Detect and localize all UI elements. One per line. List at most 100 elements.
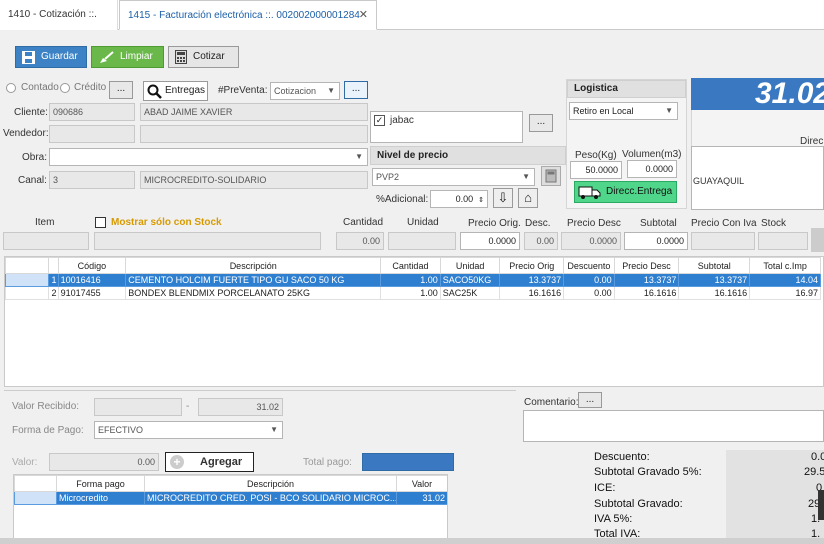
valor-recibido-total-field[interactable]: 31.02	[198, 398, 283, 416]
totals-values-bg	[726, 450, 824, 544]
col-forma-pago[interactable]: Forma pago	[56, 475, 145, 492]
unidad-field[interactable]	[388, 232, 456, 250]
jabac-dots-button[interactable]: ...	[529, 114, 553, 132]
stock-field[interactable]	[758, 232, 808, 250]
right-edge-scrollbar[interactable]	[818, 490, 824, 520]
cliente-id-field[interactable]: 090686	[49, 103, 135, 121]
row-indicator	[5, 273, 50, 287]
contado-label: Contado	[21, 82, 59, 93]
adicional-label: %Adicional:	[376, 194, 429, 205]
precio-orig-label: Precio Orig.	[468, 218, 521, 229]
save-button[interactable]: Guardar	[15, 46, 87, 68]
cell-total-imp: 14.04	[749, 273, 821, 287]
comment-dots-button[interactable]: ...	[578, 392, 602, 408]
preventa-select[interactable]: Cotizacion ▼	[270, 82, 340, 100]
item-code-field[interactable]	[3, 232, 89, 250]
forma-pago-select[interactable]: EFECTIVO ▼	[94, 421, 283, 439]
table-row[interactable]: Microcredito MICROCREDITO CRED. POSI - B…	[14, 491, 447, 505]
logistica-select[interactable]: Retiro en Local ▼	[569, 102, 678, 120]
obra-label: Obra:	[22, 152, 48, 163]
vendedor-name-field[interactable]	[140, 125, 368, 143]
col-cantidad[interactable]: Cantidad	[380, 257, 441, 274]
valor-recibido-field[interactable]	[94, 398, 182, 416]
obra-select[interactable]: ▼	[49, 148, 368, 166]
subtotal-field[interactable]: 0.0000	[624, 232, 688, 250]
products-table: Código Descripción Cantidad Unidad Preci…	[5, 257, 821, 300]
preventa-value: Cotizacion	[274, 86, 317, 96]
chevron-down-icon: ▼	[522, 172, 530, 181]
col-codigo[interactable]: Código	[57, 257, 127, 274]
close-icon[interactable]: ✕	[359, 1, 368, 29]
cell-forma-pago: Microcredito	[56, 491, 145, 505]
item-desc-field[interactable]	[94, 232, 321, 250]
stock-checkbox[interactable]	[95, 217, 106, 228]
cell-descuento: 0.00	[563, 286, 615, 300]
credito-dots-button[interactable]: ...	[109, 81, 133, 99]
volumen-label: Volumen(m3)	[622, 149, 682, 160]
address-city: GUAYAQUIL	[693, 176, 745, 186]
volumen-field[interactable]: 0.0000	[627, 160, 677, 178]
canal-code-field[interactable]: 3	[49, 171, 135, 189]
tab-facturacion[interactable]: 1415 - Facturación electrónica ::. 00200…	[119, 0, 377, 30]
preventa-label: #PreVenta:	[218, 85, 268, 96]
precio-desc-field[interactable]: 0.0000	[561, 232, 621, 250]
col-descripcion[interactable]: Descripción	[125, 257, 382, 274]
calculator-icon[interactable]	[541, 166, 561, 186]
precio-orig-field[interactable]: 0.0000	[460, 232, 520, 250]
peso-field[interactable]: 50.0000	[570, 161, 622, 179]
desc-field[interactable]: 0.00	[524, 232, 558, 250]
clear-button[interactable]: Limpiar	[91, 46, 164, 68]
col-total-imp[interactable]: Total c.Imp	[749, 257, 821, 274]
adicional-value: 0.00	[455, 194, 474, 204]
adicional-field[interactable]: 0.00 ⇕	[430, 190, 488, 208]
canal-name-field[interactable]: MICROCREDITO-SOLIDARIO	[140, 171, 368, 189]
col-subtotal[interactable]: Subtotal	[678, 257, 751, 274]
cantidad-field[interactable]: 0.00	[336, 232, 384, 250]
quote-label: Cotizar	[193, 51, 225, 62]
nivel-precio-select[interactable]: PVP2 ▼	[372, 168, 535, 186]
jabac-box: ✓ jabac	[370, 111, 523, 143]
comment-box[interactable]	[523, 410, 824, 442]
down-arrow-icon[interactable]: ⇩	[493, 188, 513, 208]
col-valor[interactable]: Valor	[396, 475, 447, 492]
row-index: 2	[48, 286, 59, 300]
logistica-value: Retiro en Local	[573, 106, 634, 116]
horizontal-scrollbar[interactable]	[0, 538, 824, 544]
jabac-checkbox[interactable]: ✓	[374, 115, 385, 126]
entregas-button[interactable]: Entregas	[143, 81, 208, 101]
jabac-label: jabac	[390, 115, 414, 126]
col-indicator	[14, 475, 57, 492]
col-descuento[interactable]: Descuento	[563, 257, 615, 274]
table-row[interactable]: 2 91017455 BONDEX BLENDMIX PORCELANATO 2…	[5, 286, 821, 300]
preventa-dots-button[interactable]: ...	[344, 81, 368, 99]
vendedor-id-field[interactable]	[49, 125, 135, 143]
direcc-entrega-label: Direcc.Entrega	[606, 186, 673, 197]
col-unidad[interactable]: Unidad	[439, 257, 501, 274]
direcc-entrega-button[interactable]: Direcc.Entrega	[574, 181, 677, 203]
valor-field[interactable]: 0.00	[49, 453, 159, 471]
tab-cotizacion[interactable]: 1410 - Cotización ::.	[0, 0, 118, 30]
cell-cantidad: 1.00	[380, 273, 441, 287]
contado-radio[interactable]	[6, 83, 16, 93]
quote-button[interactable]: Cotizar	[168, 46, 239, 68]
broom-icon	[100, 50, 114, 63]
precio-iva-field[interactable]	[691, 232, 755, 250]
cell-subtotal: 16.1616	[678, 286, 751, 300]
item-label: Item	[35, 217, 55, 228]
col-precio-orig[interactable]: Precio Orig	[499, 257, 565, 274]
col-indicator	[5, 257, 50, 274]
cell-total-imp: 16.97	[749, 286, 821, 300]
clear-label: Limpiar	[120, 51, 153, 62]
cliente-name-field[interactable]: ABAD JAIME XAVIER	[140, 103, 368, 121]
credito-radio[interactable]	[60, 83, 70, 93]
logistica-header: Logistica	[567, 80, 686, 98]
table-row[interactable]: 1 10016416 CEMENTO HOLCIM FUERTE TIPO GU…	[5, 273, 821, 287]
home-icon[interactable]: ⌂	[518, 188, 538, 208]
item-add-button[interactable]	[811, 228, 824, 252]
col-precio-desc[interactable]: Precio Desc	[613, 257, 680, 274]
agregar-button[interactable]: + Agregar	[165, 452, 254, 472]
products-header: Código Descripción Cantidad Unidad Preci…	[5, 257, 821, 274]
col-descripcion[interactable]: Descripción	[144, 475, 397, 492]
chevron-down-icon: ▼	[270, 425, 278, 434]
precio-iva-label: Precio Con Iva	[691, 218, 757, 229]
